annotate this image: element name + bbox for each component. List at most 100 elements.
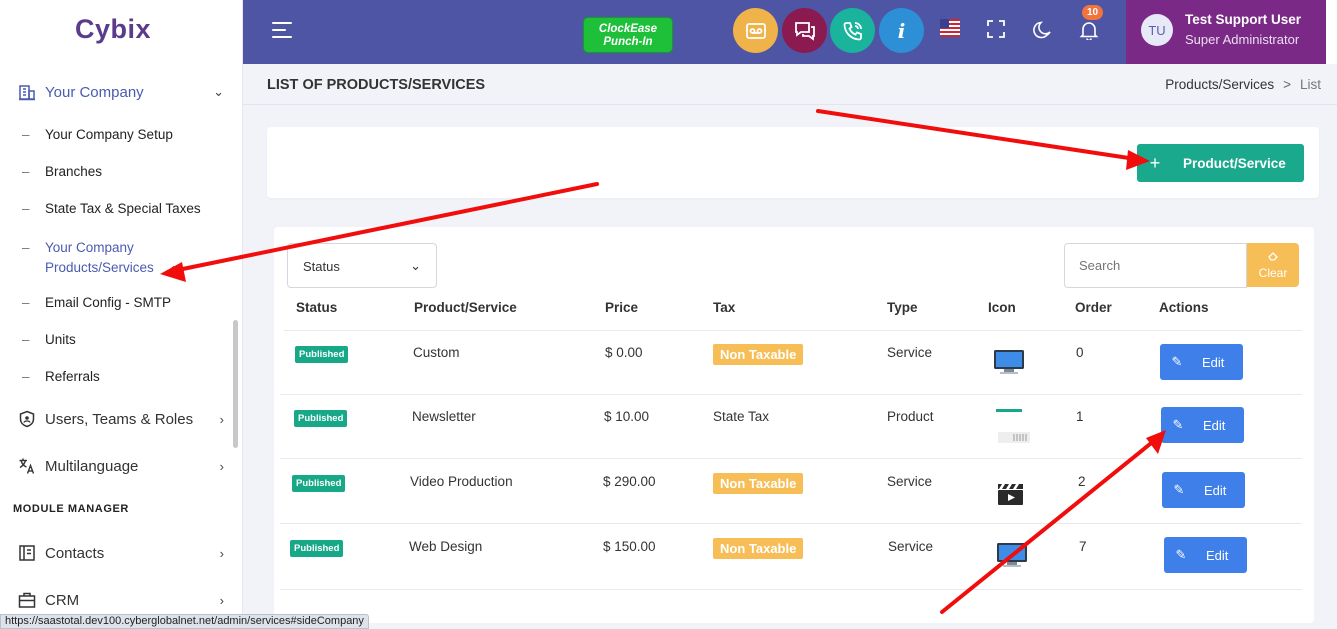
dash-icon: – [22, 127, 30, 142]
sidebar-item-your-company[interactable]: Your Company ⌄ [18, 83, 228, 101]
briefcase-icon [18, 591, 36, 609]
add-product-service-button[interactable]: + Product/Service [1137, 144, 1304, 182]
dash-icon: – [22, 332, 30, 347]
tax-badge: Non Taxable [713, 473, 804, 494]
edit-button[interactable]: ✎ Edit [1160, 344, 1243, 380]
fullscreen-icon[interactable] [987, 20, 1005, 43]
user-role: Super Administrator [1185, 32, 1300, 47]
menu-toggle-icon[interactable] [272, 22, 292, 43]
column-header-actions: Actions [1159, 300, 1209, 315]
chevron-down-icon: ⌄ [213, 84, 224, 99]
column-header-type[interactable]: Type [887, 300, 918, 315]
sidebar-item-label: Branches [45, 164, 103, 179]
building-icon [18, 83, 36, 101]
sidebar-item-crm[interactable]: CRM › [18, 591, 228, 609]
product-order: 7 [1079, 539, 1087, 554]
edit-button[interactable]: ✎ Edit [1164, 537, 1247, 573]
breadcrumb-parent[interactable]: Products/Services [1165, 77, 1274, 92]
dark-mode-moon-icon[interactable] [1033, 20, 1053, 45]
product-name: Web Design [409, 539, 483, 554]
status-badge: Published [294, 410, 348, 427]
newsletter-icon [996, 409, 1030, 443]
user-menu[interactable]: TU Test Support User Super Administrator [1126, 0, 1326, 64]
row-divider [284, 330, 1302, 331]
row-divider [280, 394, 1302, 395]
sidebar-item-company-setup[interactable]: – Your Company Setup [22, 127, 222, 142]
sidebar-item-referrals[interactable]: – Referrals [22, 369, 222, 384]
product-price: $ 150.00 [603, 539, 656, 554]
product-order: 2 [1078, 474, 1086, 489]
product-price: $ 0.00 [605, 345, 643, 360]
sidebar-item-users-teams-roles[interactable]: Users, Teams & Roles › [18, 410, 228, 428]
status-badge: Published [295, 346, 349, 363]
module-manager-heading: MODULE MANAGER [13, 503, 129, 515]
sidebar-item-label: Contacts [45, 544, 105, 562]
column-header-tax[interactable]: Tax [713, 300, 735, 315]
sidebar-item-state-tax[interactable]: – State Tax & Special Taxes [22, 201, 222, 216]
breadcrumb-separator: > [1283, 77, 1291, 92]
sidebar-item-contacts[interactable]: Contacts › [18, 544, 228, 562]
sidebar-item-label: Multilanguage [45, 457, 139, 475]
product-order: 1 [1076, 409, 1084, 424]
pencil-icon: ✎ [1173, 482, 1185, 497]
product-price: $ 10.00 [604, 409, 650, 424]
browser-status-url: https://saastotal.dev100.cyberglobalnet.… [0, 614, 369, 629]
products-table-card: Status ⌄ Clear Status Product/Service Pr… [274, 227, 1314, 623]
sidebar-scrollbar[interactable] [233, 320, 238, 448]
chevron-right-icon: › [219, 545, 224, 561]
edit-label: Edit [1206, 547, 1229, 563]
column-header-order[interactable]: Order [1075, 300, 1112, 315]
sidebar-item-label: Your Company Setup [45, 127, 173, 142]
clear-button[interactable]: Clear [1247, 243, 1299, 287]
sidebar-item-multilanguage[interactable]: Multilanguage › [18, 457, 228, 475]
status-filter-value: Status [303, 259, 340, 274]
chevron-right-icon: › [219, 592, 224, 608]
product-type: Service [888, 539, 934, 554]
product-name: Newsletter [412, 409, 476, 424]
info-icon: i [897, 18, 906, 43]
edit-button[interactable]: ✎ Edit [1162, 472, 1245, 508]
product-name: Video Production [410, 474, 513, 489]
phone-icon [843, 21, 862, 40]
shield-icon [18, 410, 36, 428]
pencil-icon: ✎ [1171, 354, 1183, 369]
add-card: + Product/Service [267, 127, 1319, 198]
logo[interactable]: Cybix [75, 14, 151, 45]
topbar: ClockEase Punch-In i 10 TU Test Support … [243, 0, 1337, 64]
sidebar-item-label: Your Company Products/Services [45, 240, 154, 275]
dash-icon: – [22, 240, 30, 255]
plus-icon: + [1149, 152, 1161, 173]
status-badge: Published [292, 475, 346, 492]
edit-label: Edit [1204, 482, 1227, 498]
sidebar-item-products-services[interactable]: – Your Company Products/Services [22, 238, 172, 278]
notification-bell-icon[interactable] [1079, 20, 1099, 45]
sidebar-item-label: Your Company [45, 83, 144, 101]
column-header-price[interactable]: Price [605, 300, 638, 315]
sidebar-item-branches[interactable]: – Branches [22, 164, 222, 179]
sidebar-item-label: Referrals [45, 369, 100, 384]
column-header-product-service[interactable]: Product/Service [414, 300, 517, 315]
edit-button[interactable]: ✎ Edit [1161, 407, 1244, 443]
us-flag-icon[interactable] [940, 19, 960, 42]
sidebar-item-units[interactable]: – Units [22, 332, 222, 347]
chat-button[interactable] [782, 8, 827, 53]
edit-label: Edit [1203, 417, 1226, 433]
sidebar: Cybix Your Company ⌄ – Your Company Setup… [0, 0, 243, 629]
monitor-icon [995, 541, 1029, 569]
column-header-status[interactable]: Status [296, 300, 337, 315]
search-input[interactable] [1064, 243, 1247, 288]
status-filter-select[interactable]: Status ⌄ [287, 243, 437, 288]
breadcrumb: Products/Services > List [1165, 77, 1321, 92]
breadcrumb-current: List [1299, 77, 1321, 92]
clapperboard-icon [996, 481, 1030, 509]
sidebar-item-email-config[interactable]: – Email Config - SMTP [22, 295, 222, 310]
product-type: Product [887, 409, 934, 424]
product-type: Service [887, 345, 933, 360]
clockease-punch-in-button[interactable]: ClockEase Punch-In [583, 17, 673, 53]
info-button[interactable]: i [879, 8, 924, 53]
phone-button[interactable] [830, 8, 875, 53]
add-button-label: Product/Service [1183, 155, 1286, 171]
chevron-right-icon: › [219, 458, 224, 474]
voicemail-button[interactable] [733, 8, 778, 53]
product-name: Custom [413, 345, 460, 360]
